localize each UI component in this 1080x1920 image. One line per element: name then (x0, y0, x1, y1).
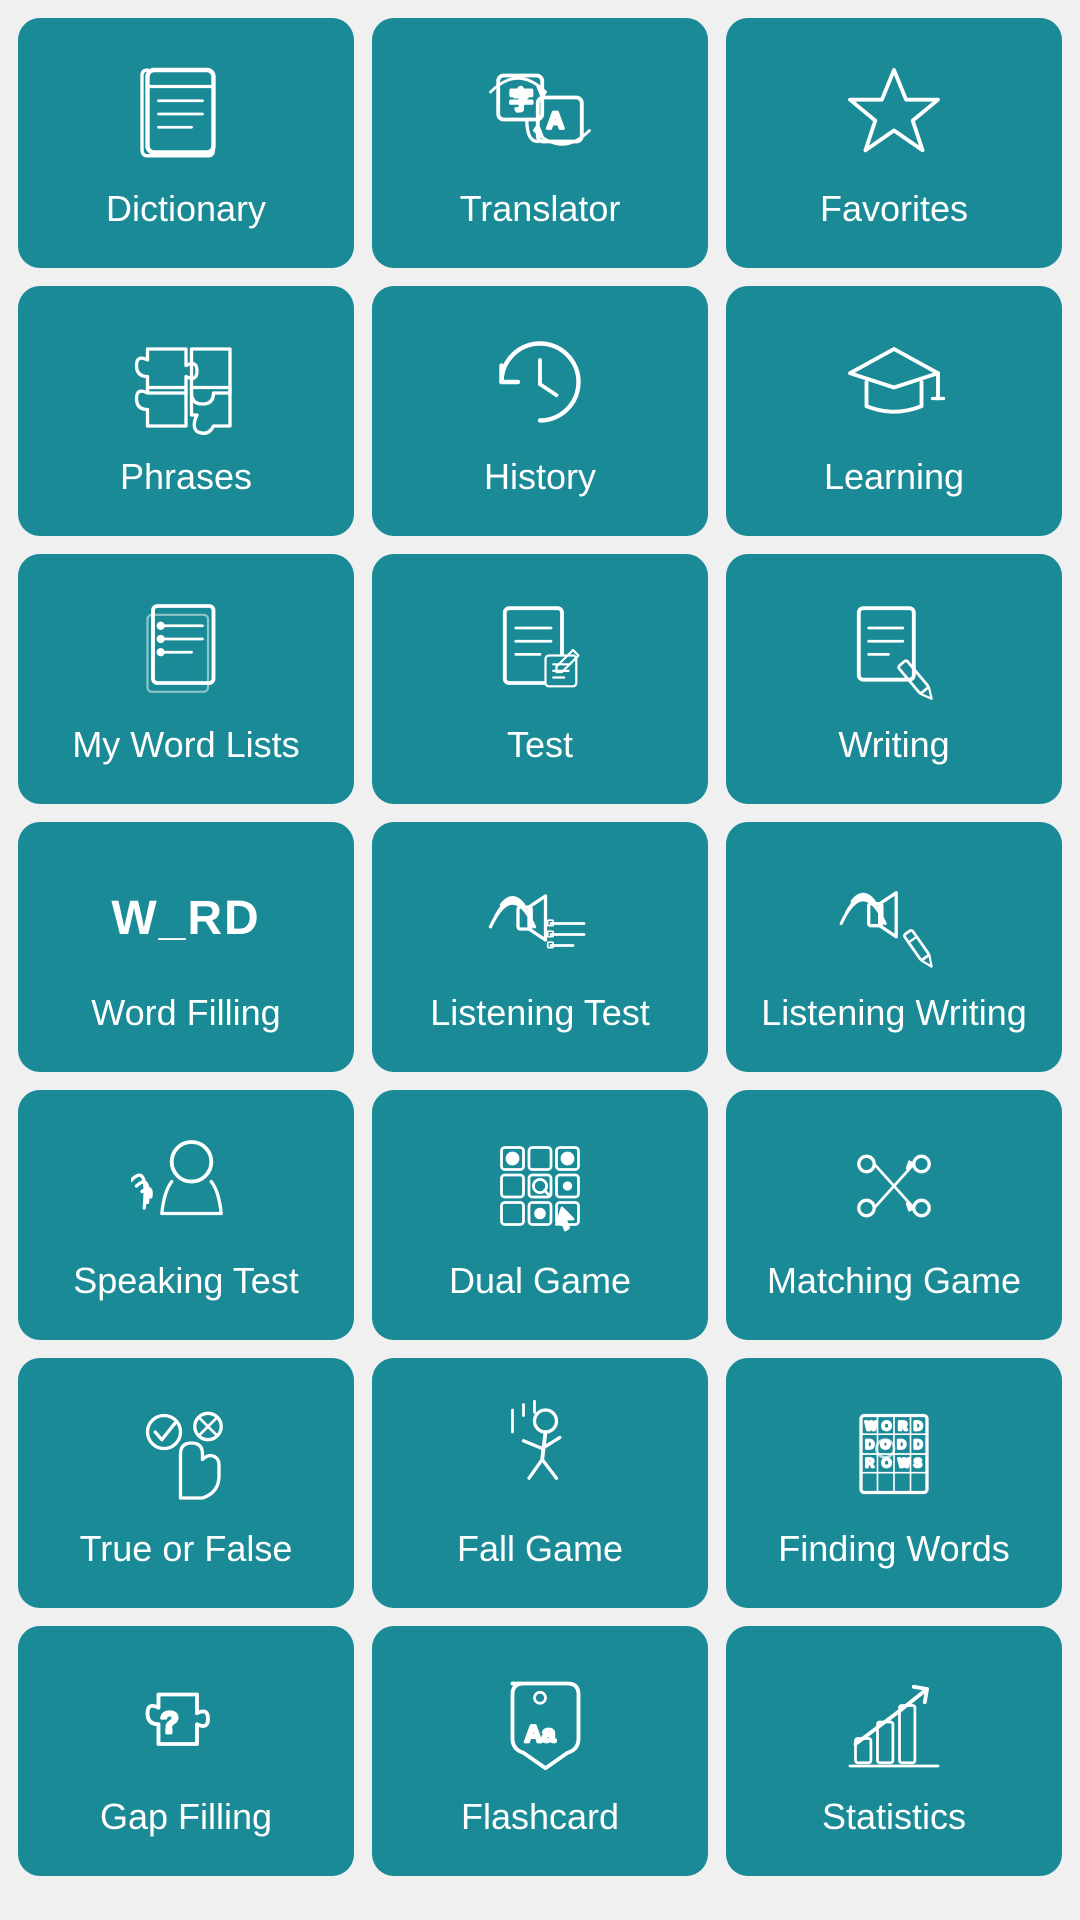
svg-text:A: A (547, 108, 564, 135)
svg-text:S: S (914, 1457, 922, 1471)
listening-writing-card[interactable]: Listening Writing (726, 822, 1062, 1072)
svg-text:?: ? (160, 1705, 179, 1740)
true-or-false-icon (131, 1399, 241, 1509)
svg-text:D: D (897, 1438, 906, 1452)
dictionary-card[interactable]: Dictionary (18, 18, 354, 268)
flashcard-label: Flashcard (461, 1795, 619, 1838)
test-card[interactable]: Test (372, 554, 708, 804)
translator-icon: 字 A (485, 59, 595, 169)
dictionary-label: Dictionary (106, 187, 266, 230)
svg-text:W: W (898, 1457, 910, 1471)
gap-filling-card[interactable]: ? Gap Filling (18, 1626, 354, 1876)
flashcard-card[interactable]: Aa Flashcard (372, 1626, 708, 1876)
writing-label: Writing (838, 723, 949, 766)
dual-game-icon (485, 1131, 595, 1241)
test-icon (485, 595, 595, 705)
true-or-false-card[interactable]: True or False (18, 1358, 354, 1608)
test-label: Test (507, 723, 573, 766)
svg-text:R: R (865, 1457, 874, 1471)
listening-test-card[interactable]: Listening Test (372, 822, 708, 1072)
dual-game-label: Dual Game (449, 1259, 631, 1302)
my-word-lists-card[interactable]: My Word Lists (18, 554, 354, 804)
learning-icon (839, 327, 949, 437)
phrases-card[interactable]: Phrases (18, 286, 354, 536)
speaking-test-card[interactable]: Speaking Test (18, 1090, 354, 1340)
dictionary-icon (131, 59, 241, 169)
statistics-card[interactable]: Statistics (726, 1626, 1062, 1876)
speaking-test-icon (131, 1131, 241, 1241)
translator-label: Translator (460, 187, 621, 230)
word-lists-icon (131, 595, 241, 705)
word-filling-label: Word Filling (91, 991, 280, 1034)
speaking-test-label: Speaking Test (73, 1259, 299, 1302)
listening-writing-icon (839, 863, 949, 973)
gap-filling-icon: ? (131, 1667, 241, 1777)
flashcard-icon: Aa (485, 1667, 595, 1777)
true-or-false-label: True or False (80, 1527, 293, 1570)
translator-card[interactable]: 字 A Translator (372, 18, 708, 268)
learning-label: Learning (824, 455, 964, 498)
learning-card[interactable]: Learning (726, 286, 1062, 536)
my-word-lists-label: My Word Lists (72, 723, 299, 766)
writing-card[interactable]: Writing (726, 554, 1062, 804)
matching-game-label: Matching Game (767, 1259, 1021, 1302)
statistics-label: Statistics (822, 1795, 966, 1838)
fall-game-label: Fall Game (457, 1527, 623, 1570)
writing-icon (839, 595, 949, 705)
listening-test-label: Listening Test (430, 991, 649, 1034)
matching-game-card[interactable]: Matching Game (726, 1090, 1062, 1340)
svg-text:Aa: Aa (525, 1721, 556, 1748)
svg-text:字: 字 (509, 87, 533, 115)
finding-words-card[interactable]: W O R D D O D D R O W S Finding Words (726, 1358, 1062, 1608)
phrases-icon (131, 327, 241, 437)
main-grid: Dictionary 字 A Translator F (18, 18, 1062, 1876)
history-card[interactable]: History (372, 286, 708, 536)
fall-game-card[interactable]: Fall Game (372, 1358, 708, 1608)
history-icon (485, 327, 595, 437)
svg-text:D: D (914, 1438, 923, 1452)
statistics-icon (839, 1667, 949, 1777)
svg-text:O: O (882, 1419, 891, 1433)
history-label: History (484, 455, 596, 498)
listening-writing-label: Listening Writing (761, 991, 1026, 1034)
svg-text:D: D (865, 1438, 874, 1452)
favorites-label: Favorites (820, 187, 968, 230)
listening-test-icon (485, 863, 595, 973)
matching-game-icon (839, 1131, 949, 1241)
favorites-icon (839, 59, 949, 169)
svg-text:D: D (914, 1419, 923, 1433)
phrases-label: Phrases (120, 455, 252, 498)
finding-words-label: Finding Words (778, 1527, 1009, 1570)
fall-game-icon (485, 1399, 595, 1509)
dual-game-card[interactable]: Dual Game (372, 1090, 708, 1340)
svg-text:W: W (865, 1419, 877, 1433)
finding-words-icon: W O R D D O D D R O W S (839, 1399, 949, 1509)
word-filling-icon: W_RD (131, 863, 241, 973)
word-filling-card[interactable]: W_RD Word Filling (18, 822, 354, 1072)
gap-filling-label: Gap Filling (100, 1795, 272, 1838)
svg-text:R: R (898, 1419, 907, 1433)
favorites-card[interactable]: Favorites (726, 18, 1062, 268)
